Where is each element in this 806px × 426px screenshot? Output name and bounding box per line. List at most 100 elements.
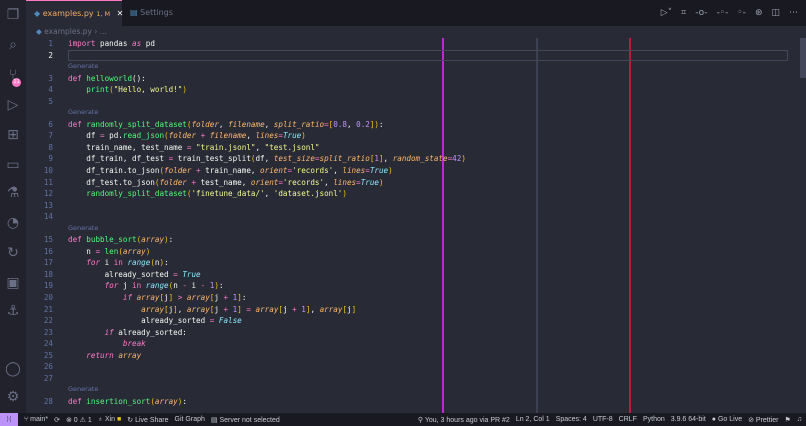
code-token: def [68,119,87,129]
code-token: df_train, df_test [68,154,169,164]
line-text[interactable]: df_train, df_test = train_test_split(df,… [68,153,466,165]
end-of-line[interactable]: CRLF [619,416,637,423]
code-token: read_json [122,131,165,141]
remote-explorer-icon[interactable]: ▭ [4,156,22,174]
live-share-label: Live Share [135,416,169,424]
codelens-generate[interactable]: Generate [68,223,98,235]
line-text[interactable]: def bubble_sort(array): [68,234,173,246]
tab-settings[interactable]: ▤ Settings [122,0,222,26]
server-item[interactable]: ▤ Server not selected [211,416,280,424]
line-text[interactable]: already_sorted = False [68,315,242,327]
python-interpreter[interactable]: 3.9.6 64-bit [671,416,706,423]
line-text[interactable]: import pandas as pd [68,38,155,50]
branch-item[interactable]: ⑂ main* [24,416,48,423]
prettier-item[interactable]: ⊘ Prettier [748,416,778,424]
line-text[interactable]: array[j], array[j + 1] = array[j + 1], a… [68,304,356,316]
server-label: Server not selected [219,416,280,424]
live-share-icon[interactable]: ↻ [4,244,22,262]
breadcrumb-file[interactable]: examples.py [44,27,92,36]
code-token: + [191,166,206,176]
codelens-generate[interactable]: Generate [68,107,98,119]
run-icon[interactable]: ▷˅ [661,8,672,18]
line-number: 7 [48,131,53,141]
scrollbar[interactable] [800,38,806,78]
docker-icon[interactable]: ▣ [4,274,22,292]
more-actions-icon[interactable]: ⋯ [789,8,798,18]
line-text[interactable]: for i in range(n): [68,257,168,269]
code-token: helloworld [86,73,133,83]
code-token: array [186,293,210,303]
user-item[interactable]: ♁ Xin ■ [98,416,122,423]
line-text[interactable]: print("Hello, world!") [68,84,187,96]
run-debug-icon[interactable]: ▷ [4,96,22,114]
line-text[interactable]: if array[j] > array[j + 1]: [68,292,247,304]
code-token: already_sorted [68,269,174,279]
go-live-item[interactable]: ● Go Live [712,416,742,423]
breadcrumb-symbol[interactable]: ... [100,27,107,36]
line-text[interactable]: train_name, test_name = "train.jsonl", "… [68,142,319,154]
remote-indicator[interactable]: ⟩⟨ [0,413,18,426]
code-token: ) [145,246,151,256]
git-lens-icon[interactable]: ⊛ [755,8,763,18]
blame-item[interactable]: ⚲ You, 3 hours ago via PR #2 [418,416,510,424]
code-token: ) [301,131,306,141]
go-live-label: Go Live [717,416,743,423]
line-text[interactable]: def randomly_split_dataset(folder, filen… [68,119,384,131]
line-text[interactable]: return array [68,350,141,362]
code-token: : [168,235,174,245]
code-editor[interactable]: 1 import pandas as pd 2 Generate 3 def hellow… [26,38,800,413]
encoding[interactable]: UTF-8 [593,416,613,423]
problems-item[interactable]: ⊗ 0 ⚠ 1 [66,416,92,424]
line-text[interactable]: n = len(array) [68,246,150,258]
code-token: def [68,396,87,406]
settings-file-icon: ▤ [130,8,138,17]
line-text[interactable] [68,49,788,61]
language-mode[interactable]: Python [643,416,665,423]
line-text[interactable]: df_train.to_json(folder + train_name, or… [68,165,392,177]
compare-changes-icon[interactable]: ⌗ [681,8,686,18]
code-line: 8 train_name, test_name = "train.jsonl",… [26,142,800,154]
line-text[interactable]: break [68,338,146,350]
testing-icon[interactable]: ⚗ [4,184,22,202]
sync-icon[interactable]: ⟳ [54,416,60,424]
next-change-icon[interactable]: ◦- [737,8,746,18]
code-token: j [214,293,224,303]
code-token: df, [255,154,274,164]
codelens-generate[interactable]: Generate [68,61,98,73]
explorer-icon[interactable]: ❐ [4,6,22,24]
line-text[interactable]: df = pd.read_json(folder + filename, lin… [68,130,306,142]
tab-examples-py[interactable]: ◆ examples.py 1, M ✕ [26,0,123,26]
git-graph-icon[interactable]: ◔ [4,214,22,232]
anchor-icon[interactable]: ⚓ [4,302,22,320]
split-editor-icon[interactable]: ◫ [771,8,780,18]
extensions-icon[interactable]: ⊞ [4,126,22,144]
git-graph-item[interactable]: Git Graph [175,416,205,423]
code-line: 16 n = len(array) [26,246,800,258]
code-line: 9 df_train, df_test = train_test_split(d… [26,153,800,165]
notifications-bell-icon[interactable]: ♫ [797,416,802,423]
code-token: j [214,304,224,314]
git-commit-icon[interactable]: -o- [695,8,707,18]
line-text[interactable]: already_sorted = True [68,269,201,281]
code-line: 10 df_train.to_json(folder + train_name,… [26,165,800,177]
line-text[interactable]: df_test.to_json(folder + test_name, orie… [68,177,383,189]
code-token: bubble_sort [86,235,137,245]
line-text[interactable]: if already_sorted: [68,327,187,339]
line-text[interactable]: def helloworld(): [68,73,146,85]
code-line: 28 def insertion_sort(array): [26,396,800,408]
codelens-generate[interactable]: Generate [68,384,98,396]
line-text[interactable]: for j in range(n - i - 1): [68,280,224,292]
cursor-position[interactable]: Ln 2, Col 1 [516,416,550,423]
line-text[interactable]: def insertion_sort(array): [68,396,187,408]
live-share-item[interactable]: ↻ Live Share [127,416,168,424]
search-icon[interactable]: ⌕ [4,36,22,54]
feedback-icon[interactable]: ⚑ [784,416,790,424]
previous-change-icon[interactable]: -◦- [717,8,729,18]
indentation[interactable]: Spaces: 4 [556,416,587,423]
line-text[interactable]: randomly_split_dataset('finetune_data/',… [68,188,347,200]
account-icon[interactable]: ◯ [4,360,22,378]
code-token: range [127,258,151,268]
settings-gear-icon[interactable]: ⚙ [4,388,22,406]
code-token: array [255,304,279,314]
